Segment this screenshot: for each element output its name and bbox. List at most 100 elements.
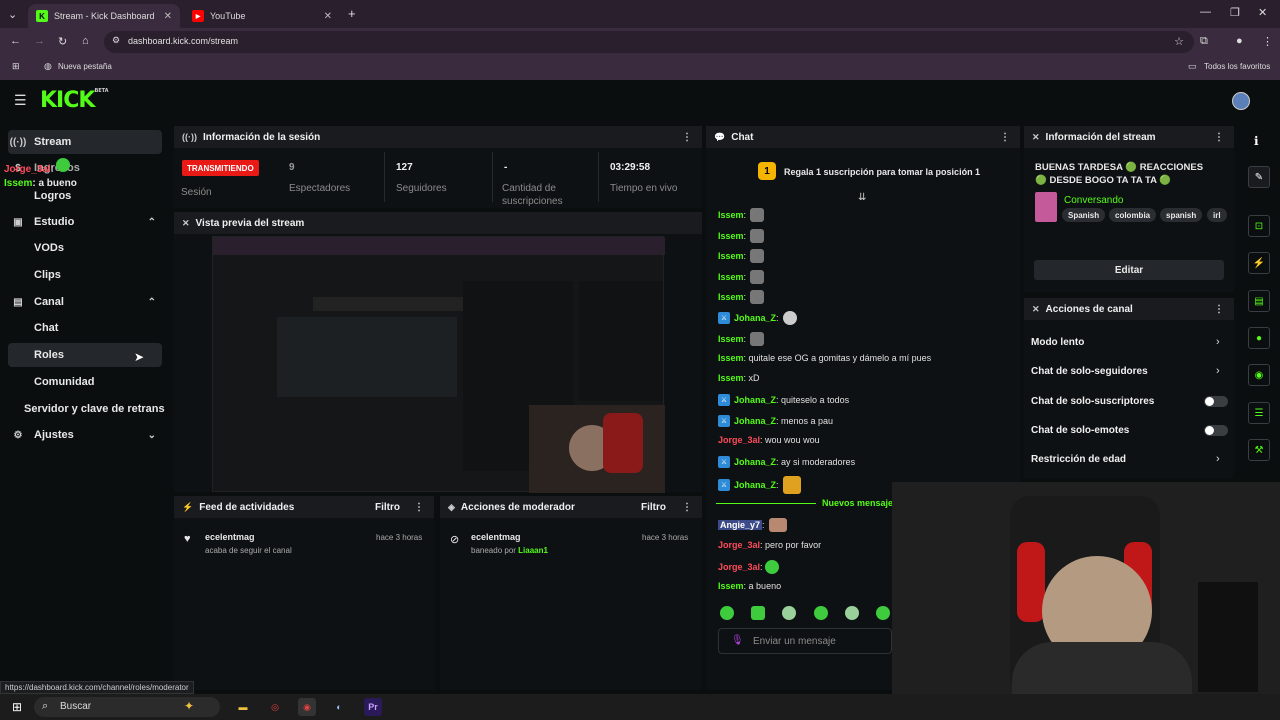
chevron-up-icon[interactable]: ⌃ [148, 297, 156, 308]
more-options-icon[interactable]: ⋮ [682, 132, 692, 143]
emote-button[interactable] [751, 606, 766, 620]
chat-action-icon[interactable]: ● [1248, 327, 1270, 349]
subs-only-toggle[interactable] [1204, 396, 1228, 407]
tab-kick-dashboard[interactable]: K Stream - Kick Dashboard ✕ [28, 4, 180, 28]
sidebar-item-servidor[interactable]: Servidor y clave de retrans [24, 403, 165, 415]
category-thumbnail[interactable] [1035, 192, 1057, 222]
chrome-icon[interactable]: ◉ [298, 698, 316, 716]
more-options-icon[interactable]: ⋮ [1214, 304, 1224, 315]
feed-username[interactable]: ecelentmag [205, 532, 255, 542]
stream-preview-video[interactable] [212, 236, 665, 493]
sidebar-item-logros[interactable]: Logros [8, 184, 162, 208]
tag-spanish-lower[interactable]: spanish [1160, 208, 1203, 222]
sidebar-item-vods[interactable]: VODs [34, 242, 64, 254]
apps-grid-icon[interactable]: ⊞ [12, 61, 20, 72]
chevron-down-icon[interactable]: ⌄ [148, 430, 156, 441]
minimize-icon[interactable]: — [1200, 6, 1211, 18]
bookmark-all-favorites[interactable]: Todos los favoritos [1204, 62, 1270, 71]
tag-irl[interactable]: irl [1207, 208, 1227, 222]
chat-username[interactable]: Issem [718, 231, 744, 241]
close-tab-icon[interactable]: ✕ [324, 11, 332, 22]
pin-icon[interactable]: ⇊ [858, 192, 866, 203]
feed-filter-button[interactable]: Filtro [375, 502, 400, 513]
sidebar-item-roles[interactable]: Roles [34, 349, 64, 361]
close-window-icon[interactable]: ✕ [1258, 6, 1267, 19]
edit-stream-button[interactable]: Editar [1034, 260, 1224, 280]
chat-username[interactable]: Issem [718, 272, 744, 282]
edit-pencil-icon[interactable]: ✎ [1248, 166, 1270, 188]
chevron-right-icon[interactable]: › [1216, 453, 1220, 465]
gift-sub-prompt[interactable]: Regala 1 suscripción para tomar la posic… [784, 167, 980, 177]
chevron-right-icon[interactable]: › [1216, 365, 1220, 377]
reload-icon[interactable]: ↻ [58, 35, 67, 48]
emote-button[interactable] [813, 606, 828, 620]
lightning-action-icon[interactable]: ⚡ [1248, 252, 1270, 274]
new-messages-divider[interactable]: Nuevos mensaje [706, 498, 893, 510]
chat-username[interactable]: Jorge_3al [718, 540, 760, 550]
file-explorer-icon[interactable]: ▬ [234, 698, 252, 716]
chevron-right-icon[interactable]: › [1216, 336, 1220, 348]
sidebar-item-canal[interactable]: ▤ Canal ⌃ [8, 290, 162, 314]
screen-capture-icon[interactable]: ⊡ [1248, 215, 1270, 237]
profile-icon[interactable]: ● [1236, 35, 1243, 47]
menu-dots-icon[interactable]: ⋮ [1262, 35, 1273, 48]
chat-input[interactable]: 🎙 Enviar un mensaje [718, 628, 892, 654]
app-icon[interactable]: ◎ [266, 698, 284, 716]
extensions-icon[interactable]: ⧉ [1200, 35, 1208, 48]
back-icon[interactable]: ← [10, 35, 21, 47]
emote-button[interactable] [875, 606, 890, 620]
more-options-icon[interactable]: ⋮ [1214, 132, 1224, 143]
tag-colombia[interactable]: colombia [1109, 208, 1157, 222]
new-tab-icon[interactable]: + [348, 6, 356, 21]
steam-icon[interactable]: ◐ [330, 698, 348, 716]
close-tab-icon[interactable]: ✕ [164, 11, 172, 22]
tab-youtube[interactable]: ▶ YouTube ✕ [184, 4, 340, 28]
bookmark-new-tab[interactable]: Nueva pestaña [58, 62, 112, 71]
chevron-up-icon[interactable]: ⌃ [148, 217, 156, 228]
stream-category[interactable]: Conversando [1064, 195, 1123, 206]
chat-username[interactable]: Issem [718, 581, 744, 591]
chat-username[interactable]: Issem [718, 292, 744, 302]
chat-username[interactable]: Issem [718, 251, 744, 261]
windows-start-icon[interactable]: ⊞ [8, 698, 26, 716]
info-circle-icon[interactable]: ℹ [1254, 134, 1259, 148]
sidebar-item-ajustes[interactable]: ⚙ Ajustes ⌄ [8, 423, 162, 447]
restore-icon[interactable]: ❐ [1230, 6, 1240, 19]
tool-action-icon[interactable]: ⚒ [1248, 439, 1270, 461]
mod-actor-username[interactable]: Liaaan1 [518, 546, 548, 555]
hamburger-menu-icon[interactable]: ☰ [14, 92, 27, 109]
chat-username[interactable]: Johana_Z [734, 480, 776, 490]
sidebar-item-clips[interactable]: Clips [34, 269, 61, 281]
sidebar-item-chat[interactable]: Chat [34, 322, 58, 334]
emotes-only-toggle[interactable] [1204, 425, 1228, 436]
slow-mode-row[interactable]: Modo lento [1031, 337, 1084, 348]
user-avatar[interactable] [1232, 92, 1250, 110]
taskbar-search[interactable]: ⌕ Buscar ✦ [34, 697, 220, 717]
tab-list-icon[interactable]: ⌄ [8, 8, 17, 21]
mod-filter-button[interactable]: Filtro [641, 502, 666, 513]
chat-username[interactable]: Issem [718, 353, 744, 363]
chat-username[interactable]: Jorge_3al [718, 562, 760, 572]
microphone-icon[interactable]: 🎙 [731, 635, 744, 646]
mod-target-username[interactable]: ecelentmag [471, 532, 521, 542]
followers-only-row[interactable]: Chat de solo-seguidores [1031, 366, 1148, 377]
chat-username[interactable]: Jorge_3al [718, 435, 760, 445]
chat-username[interactable]: Issem [718, 210, 744, 220]
chat-username[interactable]: Johana_Z [734, 457, 776, 467]
chat-username[interactable]: Issem [718, 334, 744, 344]
emote-button[interactable] [782, 606, 797, 620]
chat-username[interactable]: Issem [718, 373, 744, 383]
more-options-icon[interactable]: ⋮ [682, 502, 692, 513]
sidebar-item-estudio[interactable]: ▣ Estudio ⌃ [8, 210, 162, 234]
more-options-icon[interactable]: ⋮ [414, 502, 424, 513]
age-restriction-row[interactable]: Restricción de edad [1031, 454, 1126, 465]
sidebar-item-comunidad[interactable]: Comunidad [34, 376, 95, 388]
premiere-icon[interactable]: Pr [364, 698, 382, 716]
document-icon[interactable]: ▤ [1248, 290, 1270, 312]
chat-username[interactable]: Angie_y7 [718, 520, 763, 530]
sidebar-item-stream[interactable]: ((·)) Stream [8, 130, 162, 154]
emote-button[interactable] [720, 606, 734, 620]
tag-spanish[interactable]: Spanish [1062, 208, 1106, 222]
layout-action-icon[interactable]: ☰ [1248, 402, 1270, 424]
site-info-icon[interactable]: ⚙ [112, 35, 120, 46]
